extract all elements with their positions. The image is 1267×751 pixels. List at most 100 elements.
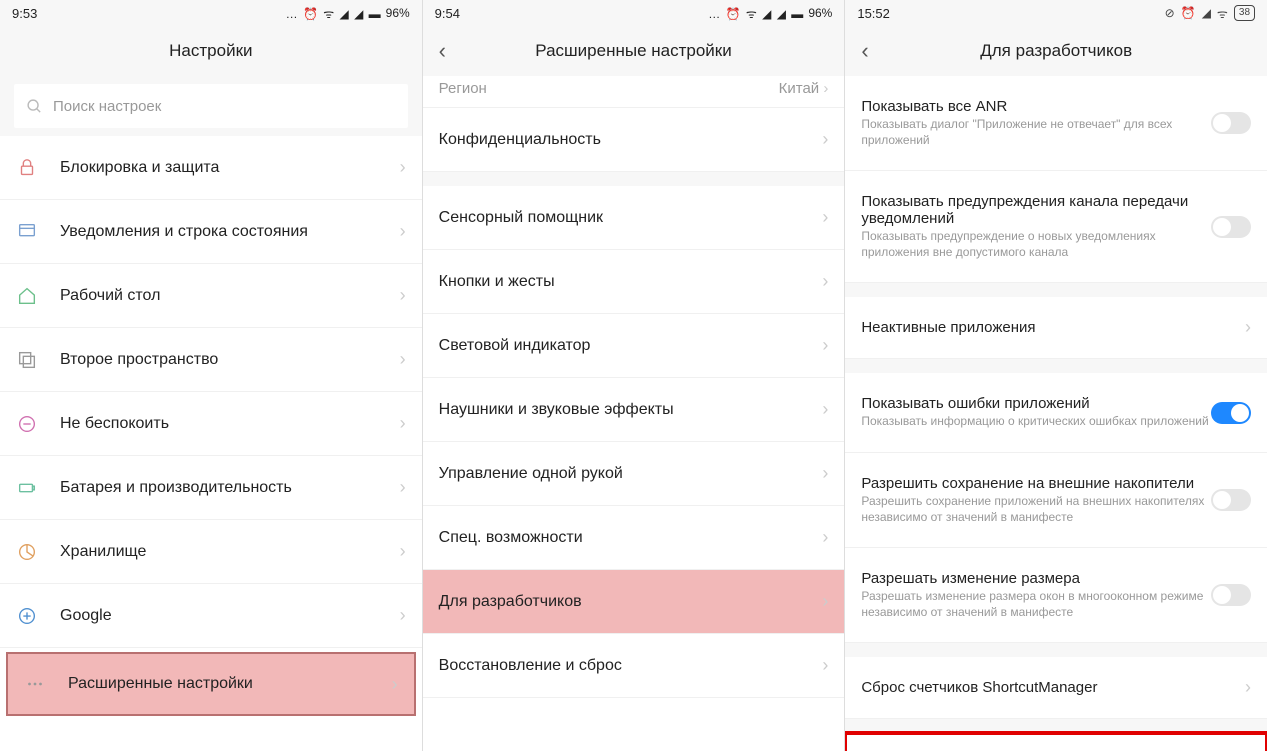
row-label: Расширенные настройки (68, 675, 392, 693)
status-bar: 9:53 … ⏰ ᯤ ◢ ◢ ▬ 96% (0, 0, 422, 26)
chevron-right-icon: › (822, 527, 828, 548)
page-title: Расширенные настройки (535, 41, 731, 61)
settings-row[interactable]: Не беспокоить › (0, 392, 422, 456)
toggle-switch[interactable] (1211, 584, 1251, 606)
row-label: Сброс счетчиков ShortcutManager (861, 679, 1245, 696)
settings-row[interactable]: Рабочий стол › (0, 264, 422, 328)
toggle-switch[interactable] (1211, 216, 1251, 238)
developer-row[interactable]: Разрешить сохранение на внешние накопите… (845, 453, 1267, 548)
chevron-right-icon: › (1245, 317, 1251, 338)
status-icon (16, 221, 60, 243)
row-region[interactable]: Регион Китай › (423, 76, 845, 108)
advanced-row[interactable]: Конфиденциальность › (423, 108, 845, 172)
developer-row[interactable]: Показывать ошибки приложений Показывать … (845, 373, 1267, 453)
row-subtitle: Разрешить сохранение приложений на внешн… (861, 494, 1211, 525)
row-label: Показывать все ANR (861, 98, 1211, 115)
status-bar: 9:54 … ⏰ ᯤ ◢ ◢ ▬ 96% (423, 0, 845, 26)
row-label: Управление одной рукой (439, 465, 823, 483)
settings-row[interactable]: Уведомления и строка состояния › (0, 200, 422, 264)
second-icon (16, 349, 60, 371)
row-label: Сенсорный помощник (439, 209, 823, 227)
settings-row[interactable]: Блокировка и защита › (0, 136, 422, 200)
lock-icon (16, 157, 60, 179)
chevron-right-icon: › (822, 207, 828, 228)
chevron-right-icon: › (822, 655, 828, 676)
storage-icon (16, 541, 60, 563)
status-time: 9:54 (435, 6, 709, 21)
row-subtitle: Показывать предупреждение о новых уведом… (861, 229, 1211, 260)
alarm-icon: ⏰ (1181, 6, 1196, 20)
settings-row[interactable]: Второе пространство › (0, 328, 422, 392)
advanced-row[interactable]: Сенсорный помощник › (423, 186, 845, 250)
row-label: Рабочий стол (60, 287, 400, 305)
row-label: Блокировка и защита (60, 159, 400, 177)
search-input[interactable]: Поиск настроек (14, 84, 408, 128)
row-label: Батарея и производительность (60, 479, 400, 497)
chevron-right-icon: › (400, 157, 406, 178)
settings-row[interactable]: Расширенные настройки › (6, 652, 416, 716)
signal-icon: ◢ (1202, 6, 1211, 20)
status-icons: ⊘ ⏰ ◢ ᯤ 38 (1165, 5, 1255, 22)
row-label: Показывать ошибки приложений (861, 395, 1211, 412)
advanced-row[interactable]: Кнопки и жесты › (423, 250, 845, 314)
status-icons: … ⏰ ᯤ ◢ ◢ ▬ 96% (708, 5, 832, 22)
chevron-right-icon: › (400, 221, 406, 242)
search-placeholder: Поиск настроек (53, 98, 161, 115)
toggle-switch[interactable] (1211, 489, 1251, 511)
developer-row[interactable]: Показывать все ANR Показывать диалог "Пр… (845, 76, 1267, 171)
developer-row[interactable]: Неактивные приложения › (845, 297, 1267, 359)
settings-row[interactable]: Google › (0, 584, 422, 648)
row-label: Конфиденциальность (439, 131, 823, 149)
chevron-right-icon: › (823, 80, 828, 97)
advanced-row[interactable]: Восстановление и сброс › (423, 634, 845, 698)
row-subtitle: Разрешать изменение размера окон в много… (861, 589, 1211, 620)
developer-row[interactable]: Разрешать изменение размера Разрешать из… (845, 548, 1267, 643)
pane-developer: 15:52 ⊘ ⏰ ◢ ᯤ 38 ‹ Для разработчиков Пок… (844, 0, 1267, 751)
row-label: Восстановление и сброс (439, 657, 823, 675)
chevron-right-icon: › (400, 477, 406, 498)
back-button[interactable]: ‹ (861, 38, 868, 64)
settings-row[interactable]: Хранилище › (0, 520, 422, 584)
chevron-right-icon: › (822, 335, 828, 356)
chevron-right-icon: › (822, 271, 828, 292)
row-label: Для разработчиков (439, 593, 823, 611)
pane-advanced: 9:54 … ⏰ ᯤ ◢ ◢ ▬ 96% ‹ Расширенные настр… (422, 0, 845, 751)
back-button[interactable]: ‹ (439, 38, 446, 64)
row-label: Световой индикатор (439, 337, 823, 355)
developer-row[interactable]: Сброс счетчиков ShortcutManager › (845, 657, 1267, 719)
row-subtitle: Показывать информацию о критических ошиб… (861, 414, 1211, 430)
status-icons: … ⏰ ᯤ ◢ ◢ ▬ 96% (286, 5, 410, 22)
pane-settings: 9:53 … ⏰ ᯤ ◢ ◢ ▬ 96% Настройки Поиск нас… (0, 0, 422, 751)
dnd-icon: ⊘ (1165, 6, 1175, 20)
battery-icon (16, 477, 60, 499)
title-bar: ‹ Для разработчиков (845, 26, 1267, 76)
row-label: Разрешить сохранение на внешние накопите… (861, 475, 1211, 492)
more-icon (24, 673, 68, 695)
page-title: Настройки (169, 41, 252, 61)
row-label: Разрешать изменение размера (861, 570, 1211, 587)
advanced-row[interactable]: Спец. возможности › (423, 506, 845, 570)
advanced-row[interactable]: Управление одной рукой › (423, 442, 845, 506)
page-title: Для разработчиков (980, 41, 1132, 61)
chevron-right-icon: › (400, 413, 406, 434)
settings-row[interactable]: Батарея и производительность › (0, 456, 422, 520)
battery-icon: 38 (1234, 5, 1255, 21)
advanced-row[interactable]: Наушники и звуковые эффекты › (423, 378, 845, 442)
wifi-icon: ᯤ (1217, 5, 1228, 22)
status-bar: 15:52 ⊘ ⏰ ◢ ᯤ 38 (845, 0, 1267, 26)
advanced-row[interactable]: Для разработчиков › (423, 570, 845, 634)
row-label: Хранилище (60, 543, 400, 561)
toggle-switch[interactable] (1211, 402, 1251, 424)
chevron-right-icon: › (822, 463, 828, 484)
advanced-row[interactable]: Световой индикатор › (423, 314, 845, 378)
toggle-switch[interactable] (1211, 112, 1251, 134)
developer-row[interactable]: Включить оптимизацию MIUI (845, 733, 1267, 751)
status-time: 15:52 (857, 6, 1164, 21)
developer-row[interactable]: Показывать предупреждения канала передач… (845, 171, 1267, 283)
row-label: Спец. возможности (439, 529, 823, 547)
dnd-icon (16, 413, 60, 435)
developer-list: Показывать все ANR Показывать диалог "Пр… (845, 76, 1267, 751)
chevron-right-icon: › (400, 605, 406, 626)
chevron-right-icon: › (1245, 677, 1251, 698)
row-label: Неактивные приложения (861, 319, 1245, 336)
